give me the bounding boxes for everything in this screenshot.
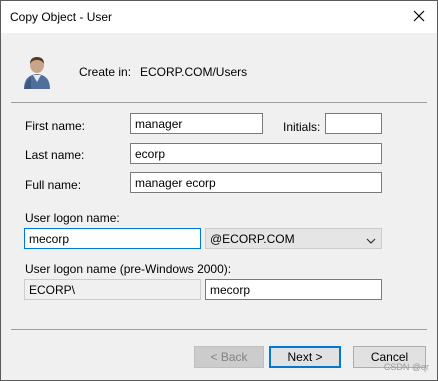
full-name-field[interactable]: manager ecorp (130, 172, 382, 193)
logon-name-field[interactable]: mecorp (24, 228, 201, 249)
watermark: CSDN @qr (383, 362, 429, 372)
user-icon (21, 55, 53, 89)
title-bar: Copy Object - User (1, 1, 437, 33)
prewin-domain-field: ECORP\ (24, 279, 201, 300)
last-name-field[interactable]: ecorp (130, 143, 382, 164)
full-name-label: Full name: (25, 178, 82, 192)
initials-label: Initials: (283, 120, 321, 134)
divider-bottom (11, 329, 427, 330)
initials-field[interactable] (325, 113, 382, 134)
chevron-down-icon (366, 234, 376, 248)
close-icon[interactable] (409, 6, 429, 26)
divider-top (11, 102, 427, 103)
create-in-label: Create in: (79, 65, 132, 79)
domain-select[interactable]: @ECORP.COM (205, 228, 382, 249)
dialog-content: Create in: ECORP.COM/Users First name: m… (1, 33, 437, 380)
back-button[interactable]: < Back (194, 346, 264, 368)
first-name-field[interactable]: manager (130, 113, 263, 134)
next-button[interactable]: Next > (269, 346, 341, 368)
logon-name-label: User logon name: (25, 211, 120, 225)
window-title: Copy Object - User (10, 10, 113, 24)
prewin-label: User logon name (pre-Windows 2000): (25, 262, 232, 276)
domain-select-value: @ECORP.COM (210, 232, 295, 246)
last-name-label: Last name: (25, 148, 85, 162)
prewin-user-field[interactable]: mecorp (205, 279, 382, 300)
create-in-value: ECORP.COM/Users (140, 65, 248, 79)
copy-object-user-dialog: Copy Object - User Create in: ECORP.COM/… (0, 0, 438, 381)
first-name-label: First name: (25, 119, 86, 133)
